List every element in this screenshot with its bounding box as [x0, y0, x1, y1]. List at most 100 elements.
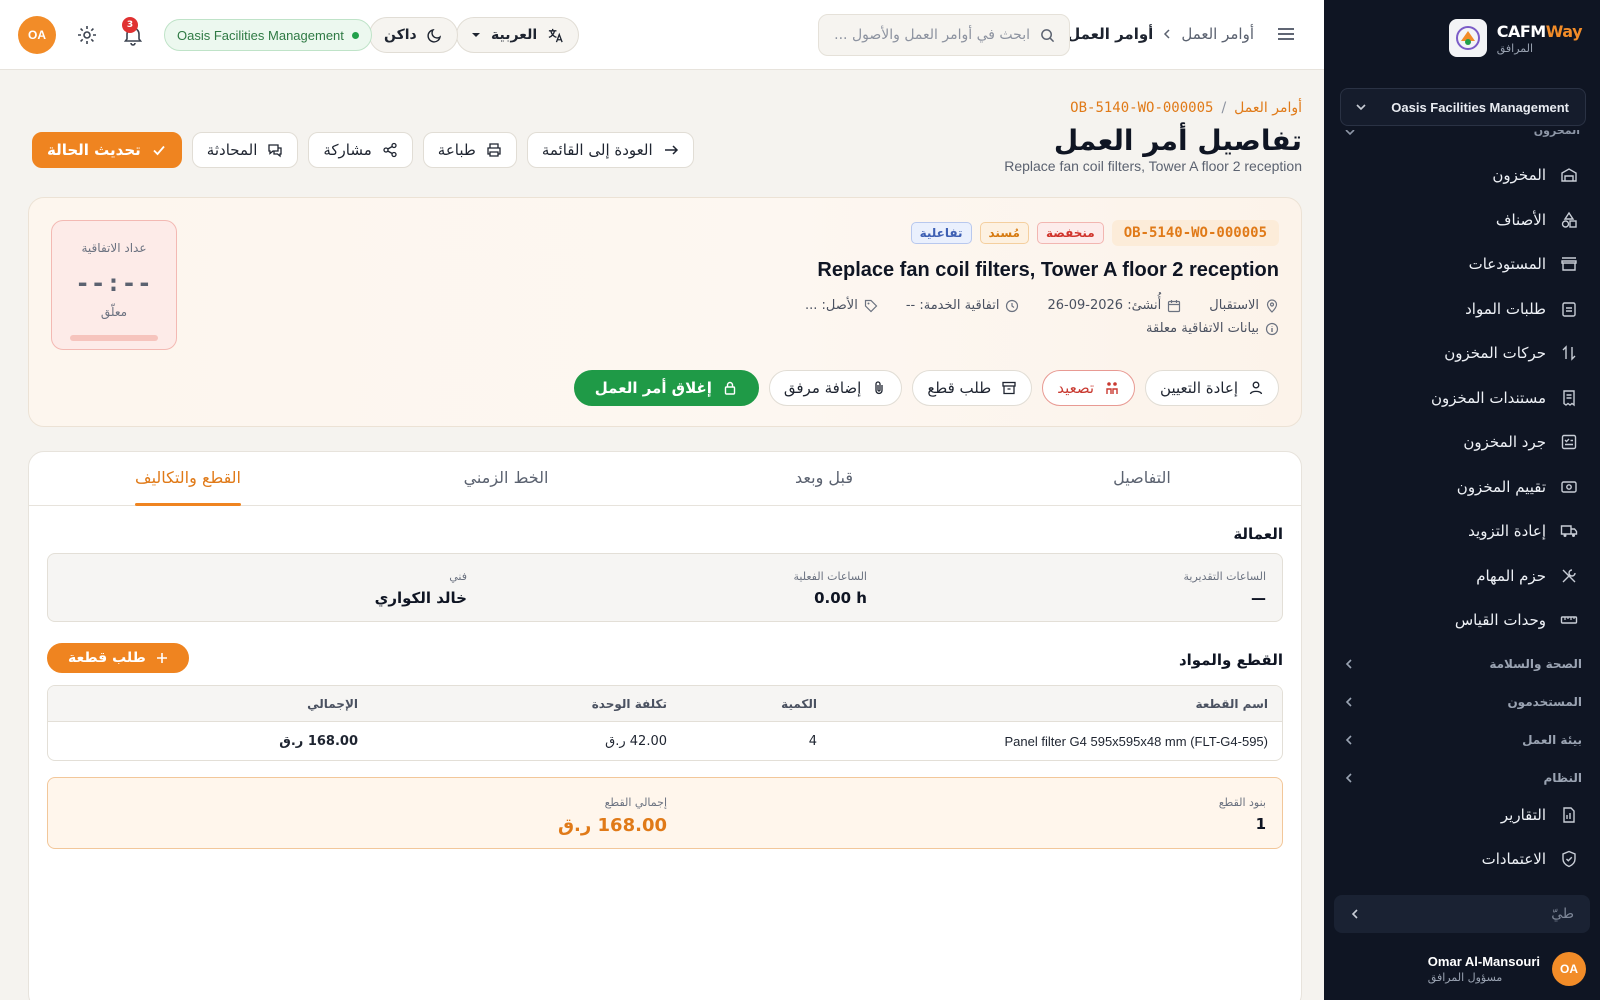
breadcrumb: أوامر العمل أوامر العمل — [1067, 25, 1254, 43]
meta-sla-text: اتفاقية الخدمة: -- — [905, 298, 1000, 313]
tab-details[interactable]: التفاصيل — [983, 452, 1301, 505]
sidebar-item-label: المستودعات — [1468, 255, 1546, 274]
work-order-tags: OB-5140-WO-000005 منخفضة مُسند تفاعلية — [910, 220, 1279, 246]
column-unit-cost: تكلفة الوحدة — [591, 696, 667, 711]
nav-group-label: النظام — [1543, 771, 1582, 785]
user-profile[interactable]: OA Omar Al-Mansouri مسؤول المرافق — [1428, 952, 1586, 986]
close-work-order-button[interactable]: إغلاق أمر العمل — [573, 370, 759, 406]
page-subtitle: Replace fan coil filters, Tower A floor … — [1004, 158, 1302, 174]
tab-parts-costs[interactable]: القطع والتكاليف — [29, 452, 347, 505]
table-row[interactable]: Panel filter G4 595x595x48 mm (FLT-G4-59… — [48, 722, 1282, 760]
table-header: اسم القطعة الكمية تكلفة الوحدة الإجمالي — [48, 686, 1282, 722]
theme-toggle[interactable]: داكن — [369, 17, 458, 53]
labor-estimated-label: الساعات التقديرية — [1183, 570, 1267, 583]
sla-counter-state: معلّق — [100, 305, 128, 319]
chevron-down-icon — [1356, 104, 1366, 111]
sidebar-item-units-of-measure[interactable]: وحدات القياس — [1324, 598, 1600, 643]
lock-icon — [724, 381, 736, 395]
tools-icon — [1562, 569, 1576, 583]
share-button[interactable]: مشاركة — [308, 132, 413, 168]
request-part-button[interactable]: طلب قطعة — [47, 643, 189, 673]
tab-before-after[interactable]: قبل وبعد — [665, 452, 983, 505]
user-info: Omar Al-Mansouri مسؤول المرافق — [1428, 954, 1540, 984]
type-badge: تفاعلية — [910, 222, 972, 244]
nav-group-health-safety[interactable]: الصحة والسلامة — [1324, 649, 1600, 679]
sidebar-item-label: حركات المخزون — [1444, 344, 1546, 363]
chevron-left-icon — [1345, 697, 1352, 707]
sidebar-item-stock-movements[interactable]: حركات المخزون — [1324, 331, 1600, 376]
breadcrumb-parent[interactable]: أوامر العمل — [1181, 25, 1254, 43]
sidebar-item-inventory[interactable]: المخزون — [1324, 153, 1600, 198]
back-to-list-button[interactable]: العودة إلى القائمة — [526, 132, 694, 168]
sidebar-collapse-toggle[interactable]: طيّ — [1334, 895, 1590, 933]
meta-created-text: أُنشئ: 2026-09-26 — [1047, 298, 1162, 313]
summary-total-label: إجمالي القطع — [604, 796, 667, 809]
escalate-label: تصعيد — [1057, 379, 1095, 397]
sidebar-item-material-requests[interactable]: طلبات المواد — [1324, 287, 1600, 332]
print-button[interactable]: طباعة — [422, 132, 517, 168]
page-title: تفاصيل أمر العمل — [1053, 124, 1302, 157]
sidebar-item-task-packages[interactable]: حزم المهام — [1324, 554, 1600, 599]
sidebar-item-reports[interactable]: التقارير — [1324, 793, 1600, 838]
request-parts-button[interactable]: طلب قطع — [912, 370, 1033, 406]
summary-lines-value: 1 — [1255, 815, 1266, 833]
chevron-left-icon — [1164, 29, 1170, 39]
sidebar-item-approvals[interactable]: الاعتمادات — [1324, 837, 1600, 882]
reassign-button[interactable]: إعادة التعيين — [1145, 370, 1279, 406]
sidebar-item-label: إعادة التزويد — [1468, 522, 1546, 541]
avatar: OA — [1552, 952, 1586, 986]
search-input[interactable]: ابحث في أوامر العمل والأصول ... — [818, 14, 1070, 56]
nav-group-system[interactable]: النظام — [1324, 763, 1600, 793]
sidebar-item-stock-valuation[interactable]: تقييم المخزون — [1324, 465, 1600, 510]
page-breadcrumb: أوامر العمل / OB-5140-WO-000005 — [1070, 100, 1302, 116]
chat-button[interactable]: المحادثة — [191, 132, 299, 168]
notifications-button[interactable]: 3 — [122, 17, 144, 46]
tag-icon — [864, 299, 878, 312]
report-icon — [1563, 807, 1575, 823]
sidebar-item-replenishment[interactable]: إعادة التزويد — [1324, 509, 1600, 554]
arrows-updown-icon — [1562, 345, 1576, 361]
meta-location: الاستقبال — [1209, 298, 1279, 313]
org-selector[interactable]: Oasis Facilities Management — [1340, 88, 1586, 126]
column-part-name: اسم القطعة — [1195, 696, 1269, 711]
avatar[interactable]: OA — [18, 16, 56, 54]
brand-logo-icon — [1448, 19, 1487, 57]
summary-total: إجمالي القطع 168.00 ر.ق — [558, 796, 667, 836]
user-name: Omar Al-Mansouri — [1427, 954, 1540, 969]
sidebar-item-label: جرد المخزون — [1463, 433, 1546, 452]
status-badge: مُسند — [979, 222, 1029, 244]
status-dot — [351, 31, 359, 39]
settings-button[interactable] — [76, 24, 98, 46]
update-status-button[interactable]: تحديث الحالة — [32, 132, 182, 168]
sla-counter-value: --:-- — [75, 269, 153, 297]
tab-timeline[interactable]: الخط الزمني — [347, 452, 665, 505]
nav-group-work-environment[interactable]: بيئة العمل — [1324, 725, 1600, 755]
work-order-meta: الاستقبال أُنشئ: 2026-09-26 اتفاقية الخد… — [805, 298, 1279, 313]
request-parts-label: طلب قطع — [927, 379, 992, 397]
escalate-button[interactable]: تصعيد — [1042, 370, 1136, 406]
labor-actual-value: 0.00 h — [814, 589, 867, 607]
sidebar-item-label: حزم المهام — [1476, 566, 1546, 585]
sidebar-item-stock-count[interactable]: جرد المخزون — [1324, 420, 1600, 465]
work-order-actions: إعادة التعيين تصعيد طلب قطع إضافة مرفق إ… — [573, 370, 1279, 406]
labor-estimated-value: — — [1251, 589, 1266, 607]
summary-lines-label: بنود القطع — [1218, 796, 1266, 809]
share-label: مشاركة — [323, 141, 372, 159]
meta-asset-text: الأصل: ... — [805, 298, 858, 313]
add-attachment-button[interactable]: إضافة مرفق — [768, 370, 903, 406]
nav-group-users[interactable]: المستخدمون — [1324, 687, 1600, 717]
receipt-icon — [1563, 390, 1575, 407]
menu-icon[interactable] — [1276, 24, 1296, 44]
paperclip-icon — [875, 381, 883, 395]
chevron-down-icon — [1345, 130, 1355, 136]
brand[interactable]: CAFMWay المرافق — [1448, 19, 1583, 57]
request-part-label: طلب قطعة — [68, 650, 146, 666]
sidebar-item-warehouses[interactable]: المستودعات — [1324, 242, 1600, 287]
breadcrumb-root[interactable]: أوامر العمل — [1234, 100, 1302, 116]
nav-group-inventory[interactable]: المخزون — [1344, 130, 1580, 144]
sidebar-item-label: المخزون — [1492, 166, 1546, 185]
sidebar-item-stock-documents[interactable]: مستندات المخزون — [1324, 376, 1600, 421]
sidebar-item-label: الأصناف — [1495, 210, 1546, 229]
sidebar-item-items[interactable]: الأصناف — [1324, 198, 1600, 243]
language-select[interactable]: العربية — [456, 17, 580, 53]
